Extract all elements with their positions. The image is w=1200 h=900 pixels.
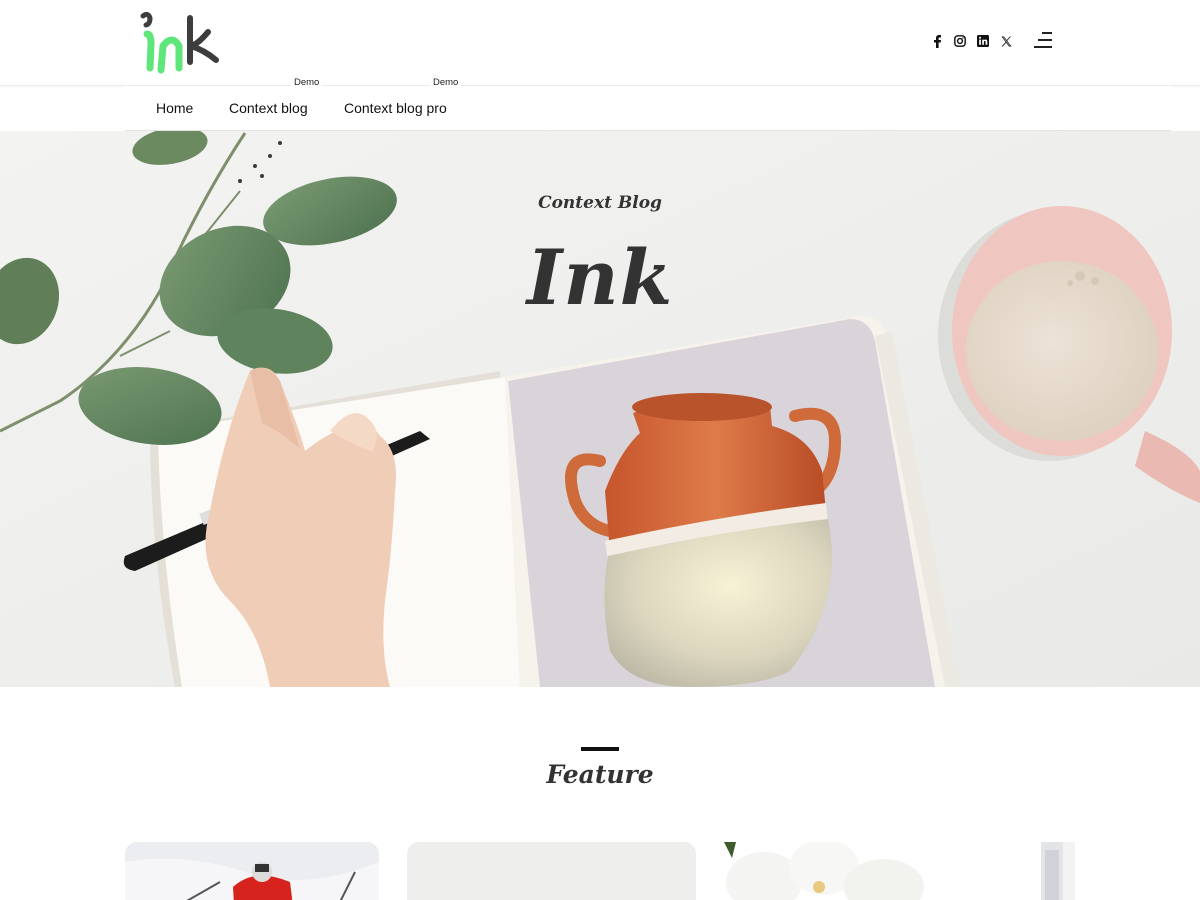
feature-card[interactable]	[724, 842, 1012, 900]
hamburger-menu-icon[interactable]	[1030, 30, 1052, 50]
hero-banner: Context Blog Ink	[0, 131, 1200, 687]
nav-item-context-blog[interactable]: Context blog	[229, 86, 308, 131]
logo-wordmark-image	[140, 11, 219, 74]
feature-card-image	[724, 842, 1012, 900]
hero-title: Ink	[526, 233, 674, 322]
nav-item-label: Context blog	[229, 100, 308, 116]
linkedin-icon[interactable]	[976, 34, 990, 48]
feature-card[interactable]	[407, 842, 696, 900]
nav-item-label: Context blog pro	[344, 100, 447, 116]
feature-card-image	[1041, 842, 1075, 900]
feature-card-image	[407, 842, 696, 900]
site-header	[0, 0, 1200, 86]
main-navigation: Home Context blog Demo Context blog pro …	[125, 77, 1171, 131]
demo-badge: Demo	[430, 77, 462, 89]
social-links	[930, 34, 1013, 48]
x-twitter-icon[interactable]	[999, 34, 1013, 48]
instagram-icon[interactable]	[953, 34, 967, 48]
section-divider	[581, 747, 619, 751]
hero-subtitle: Context Blog	[538, 193, 662, 213]
demo-badge: Demo	[291, 77, 323, 89]
facebook-icon[interactable]	[930, 34, 944, 48]
feature-card[interactable]	[1041, 842, 1075, 900]
feature-section-title: Feature	[546, 760, 654, 789]
nav-item-home[interactable]: Home	[156, 86, 193, 131]
nav-item-context-blog-pro[interactable]: Context blog pro	[344, 86, 447, 131]
feature-cards	[0, 842, 1200, 900]
feature-card-image	[125, 842, 379, 900]
site-logo[interactable]	[138, 10, 228, 76]
feature-card[interactable]	[125, 842, 379, 900]
hero-background-image	[0, 131, 1200, 687]
